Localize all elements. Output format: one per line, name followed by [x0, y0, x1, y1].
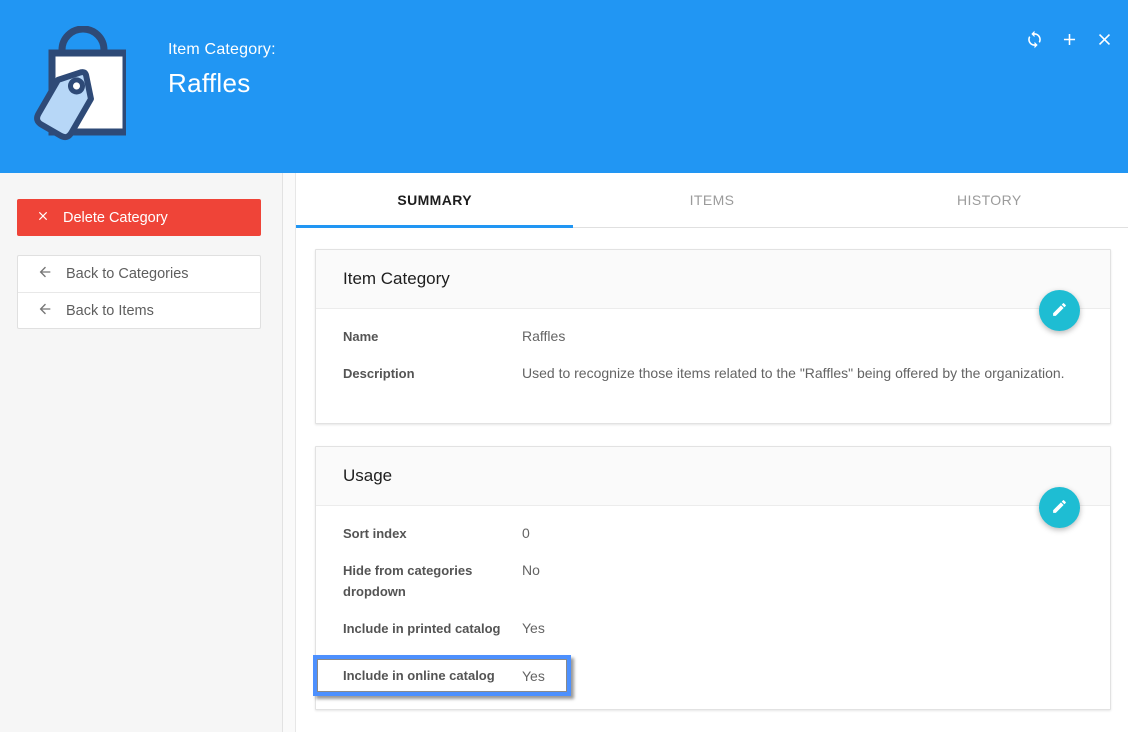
- card-title: Usage: [316, 447, 1110, 506]
- delete-category-button[interactable]: Delete Category: [17, 199, 261, 236]
- item-category-card: Item Category Name Raffles Description: [315, 249, 1111, 424]
- usage-card: Usage Sort index 0 Hide from categories …: [315, 446, 1111, 710]
- highlight-box-include-online-catalog: Include in online catalog Yes: [313, 655, 571, 696]
- pencil-icon: [1051, 301, 1068, 321]
- tab-bar: SUMMARY ITEMS HISTORY: [296, 173, 1128, 228]
- close-button[interactable]: [1092, 29, 1116, 53]
- field-value: No: [522, 560, 540, 581]
- field-value: Raffles: [522, 326, 565, 347]
- pencil-icon: [1051, 498, 1068, 518]
- edit-usage-button[interactable]: [1039, 487, 1080, 528]
- page-title: Raffles: [168, 68, 276, 98]
- field-value: Yes: [522, 618, 545, 639]
- page-body: Delete Category Back to Categories Back …: [0, 173, 1128, 732]
- edit-item-category-button[interactable]: [1039, 290, 1080, 331]
- main-panel: SUMMARY ITEMS HISTORY Item Category Name: [296, 173, 1128, 732]
- field-row-description: Description Used to recognize those item…: [343, 363, 1083, 384]
- field-label: Include in printed catalog: [343, 618, 522, 639]
- field-label: Hide from categories dropdown: [343, 560, 522, 602]
- delete-category-label: Delete Category: [63, 210, 168, 226]
- header-actions: [1022, 29, 1116, 53]
- field-row-include-printed-catalog: Include in printed catalog Yes: [343, 618, 1083, 639]
- tab-items[interactable]: ITEMS: [573, 173, 850, 227]
- back-navigation: Back to Categories Back to Items: [17, 255, 261, 329]
- field-value: Used to recognize those items related to…: [522, 363, 1065, 384]
- tab-history[interactable]: HISTORY: [851, 173, 1128, 227]
- tab-summary[interactable]: SUMMARY: [296, 173, 573, 227]
- refresh-icon: [1025, 30, 1044, 52]
- add-button[interactable]: [1057, 29, 1081, 53]
- field-label: Name: [343, 326, 522, 347]
- nav-item-label: Back to Items: [66, 303, 154, 319]
- field-label: Sort index: [343, 523, 522, 544]
- close-icon: [1095, 30, 1114, 52]
- field-value: Yes: [522, 668, 545, 684]
- sidebar: Delete Category Back to Categories Back …: [0, 173, 283, 732]
- header-kicker: Item Category:: [168, 41, 276, 59]
- nav-item-back-to-categories[interactable]: Back to Categories: [18, 256, 260, 292]
- field-value: 0: [522, 523, 530, 544]
- nav-item-label: Back to Categories: [66, 266, 189, 282]
- shopping-bag-tag-icon: [23, 26, 126, 147]
- sidebar-scroll-gutter: [283, 173, 296, 732]
- field-row-sort-index: Sort index 0: [343, 523, 1083, 544]
- delete-x-icon: [36, 209, 50, 227]
- back-arrow-icon: [37, 301, 53, 321]
- refresh-button[interactable]: [1022, 29, 1046, 53]
- summary-panel: Item Category Name Raffles Description: [296, 228, 1128, 710]
- back-arrow-icon: [37, 264, 53, 284]
- app-header: Item Category: Raffles: [0, 0, 1128, 173]
- card-title: Item Category: [316, 250, 1110, 309]
- plus-icon: [1060, 30, 1079, 52]
- nav-item-back-to-items[interactable]: Back to Items: [18, 292, 260, 328]
- field-label: Include in online catalog: [343, 668, 522, 684]
- field-label: Description: [343, 363, 522, 384]
- field-row-name: Name Raffles: [343, 326, 1083, 347]
- field-row-hide-from-dropdown: Hide from categories dropdown No: [343, 560, 1083, 602]
